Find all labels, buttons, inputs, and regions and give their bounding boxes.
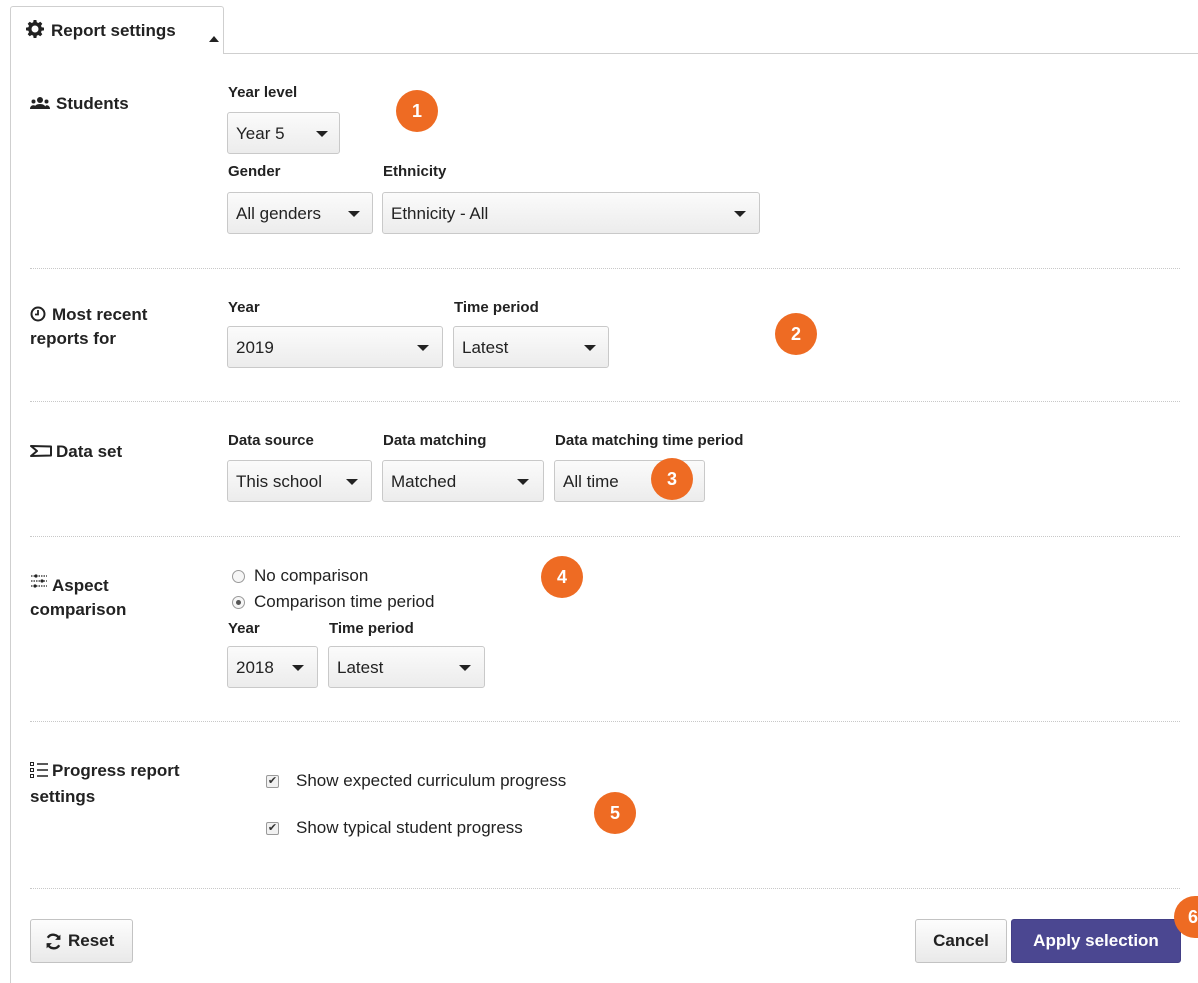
ethnicity-value: Ethnicity - All <box>391 204 489 223</box>
gender-select[interactable]: All genders <box>227 192 373 234</box>
ethnicity-select[interactable]: Ethnicity - All <box>382 192 760 234</box>
data-source-select[interactable]: This school <box>227 460 372 502</box>
recent-label-line2: reports for <box>30 329 116 348</box>
progress-label-line2: settings <box>30 787 96 806</box>
aspect-label-line1: Aspect <box>52 576 109 595</box>
ethnicity-label: Ethnicity <box>383 163 447 180</box>
radio-no-comparison[interactable] <box>232 570 245 583</box>
progress-label-line1: Progress report <box>52 761 180 780</box>
data-matching-period-label: Data matching time period <box>555 432 744 449</box>
checkbox-typical-student-progress-label: Show typical student progress <box>296 818 523 837</box>
section-divider <box>30 888 1180 889</box>
caret-down-icon <box>584 345 596 351</box>
caret-down-icon <box>417 345 429 351</box>
aspect-label-line2: comparison <box>30 600 127 619</box>
checkbox-expected-curriculum-progress-label: Show expected curriculum progress <box>296 771 567 790</box>
checkbox-typical-student-progress[interactable]: ✔ <box>266 822 279 835</box>
step-badge-5: 5 <box>594 792 636 834</box>
recent-time-period-label: Time period <box>454 299 539 316</box>
list-icon <box>30 762 48 778</box>
caret-down-icon <box>734 211 746 217</box>
data-source-value: This school <box>236 472 322 491</box>
apply-selection-button-label: Apply selection <box>1033 931 1159 950</box>
checkbox-expected-curriculum-progress[interactable]: ✔ <box>266 775 279 788</box>
cancel-button[interactable]: Cancel <box>915 919 1007 963</box>
year-level-select[interactable]: Year 5 <box>227 112 340 154</box>
radio-comparison-time-period[interactable] <box>232 596 245 609</box>
students-section-label: Students <box>56 94 129 113</box>
dataset-section-label: Data set <box>56 442 123 461</box>
sliders-icon <box>31 574 47 588</box>
year-level-value: Year 5 <box>236 124 285 143</box>
section-divider <box>30 721 1180 722</box>
section-divider <box>30 268 1180 269</box>
reset-button[interactable]: Reset <box>30 919 133 963</box>
apply-selection-button[interactable]: Apply selection <box>1011 919 1181 963</box>
data-matching-value: Matched <box>391 472 457 491</box>
recent-label-line1: Most recent <box>52 305 148 324</box>
tab-label: Report settings <box>51 21 176 40</box>
step-badge-4: 4 <box>541 556 583 598</box>
caret-down-icon <box>459 665 471 671</box>
data-matching-period-value: All time <box>563 472 619 491</box>
recent-year-value: 2019 <box>236 338 274 357</box>
radio-comparison-time-period-label: Comparison time period <box>254 592 435 611</box>
clock-icon <box>30 306 46 322</box>
users-icon <box>30 97 50 109</box>
funnel-icon <box>30 445 52 457</box>
recent-time-period-value: Latest <box>462 338 509 357</box>
step-badge-1: 1 <box>396 90 438 132</box>
cancel-button-label: Cancel <box>933 931 989 950</box>
recent-year-label: Year <box>228 299 260 316</box>
aspect-time-period-select[interactable]: Latest <box>328 646 485 688</box>
section-divider <box>30 401 1180 402</box>
panel-border-left <box>10 53 11 983</box>
aspect-year-value: 2018 <box>236 658 274 677</box>
data-matching-label: Data matching <box>383 432 487 449</box>
caret-down-icon <box>316 131 328 137</box>
aspect-time-period-value: Latest <box>337 658 384 677</box>
recent-year-select[interactable]: 2019 <box>227 326 443 368</box>
caret-down-icon <box>346 479 358 485</box>
gender-label: Gender <box>228 163 281 180</box>
data-matching-select[interactable]: Matched <box>382 460 544 502</box>
caret-down-icon <box>292 665 304 671</box>
caret-up-icon <box>209 36 219 42</box>
refresh-icon <box>46 933 61 950</box>
panel-border-top <box>224 53 1198 54</box>
reset-button-label: Reset <box>68 931 115 950</box>
step-badge-3: 3 <box>651 458 693 500</box>
aspect-time-period-label: Time period <box>329 620 414 637</box>
step-badge-2: 2 <box>775 313 817 355</box>
gender-value: All genders <box>236 204 322 223</box>
caret-down-icon <box>517 479 529 485</box>
aspect-year-select[interactable]: 2018 <box>227 646 318 688</box>
recent-time-period-select[interactable]: Latest <box>453 326 609 368</box>
aspect-year-label: Year <box>228 620 260 637</box>
year-level-label: Year level <box>228 84 298 101</box>
data-source-label: Data source <box>228 432 314 449</box>
section-divider <box>30 536 1180 537</box>
gear-icon <box>26 20 44 38</box>
report-settings-tab[interactable]: Report settings <box>10 6 224 54</box>
radio-no-comparison-label: No comparison <box>254 566 369 585</box>
caret-down-icon <box>348 211 360 217</box>
